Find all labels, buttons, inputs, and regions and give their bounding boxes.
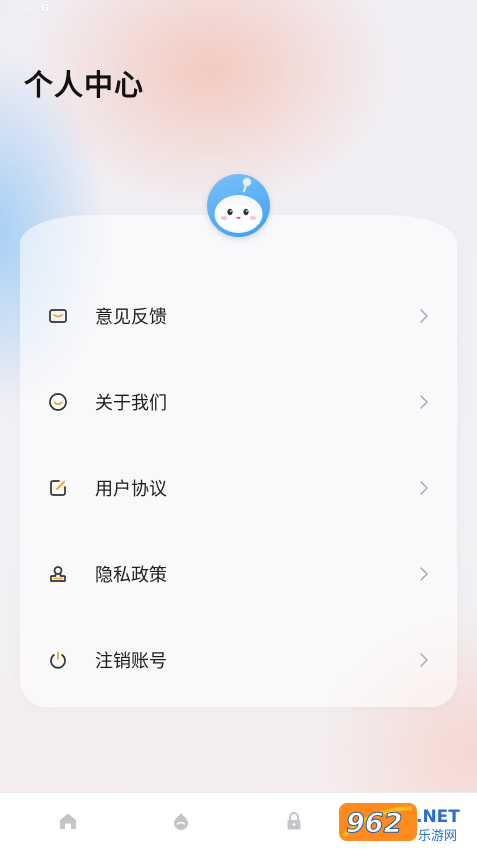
- robot-mascot-icon: [214, 177, 263, 233]
- smile-icon: [47, 391, 69, 413]
- chevron-right-icon: [417, 309, 431, 323]
- power-icon: [47, 649, 69, 671]
- menu-item-about-us[interactable]: 关于我们: [20, 372, 457, 432]
- menu-item-label: 隐私政策: [95, 565, 167, 586]
- watermark-logo: 962 .NET 乐游网: [338, 800, 474, 844]
- menu-item-label: 意见反馈: [95, 307, 167, 328]
- menu-item-label: 用户协议: [95, 479, 167, 500]
- chevron-right-icon: [417, 481, 431, 495]
- watermark-suffix: .NET: [416, 807, 460, 827]
- chevron-right-icon: [417, 395, 431, 409]
- chevron-right-icon: [417, 653, 431, 667]
- watermark-subtitle: 乐游网: [418, 829, 457, 844]
- status-bar: 10:44 G: [7, 3, 49, 14]
- carrier-g-icon: G: [40, 3, 50, 14]
- chevron-right-icon: [417, 567, 431, 581]
- menu-item-user-agreement[interactable]: 用户协议: [20, 458, 457, 518]
- user-stamp-icon: [47, 563, 69, 585]
- discover-icon[interactable]: [169, 809, 193, 833]
- page-title: 个人中心: [24, 68, 145, 102]
- watermark-brand: 962: [346, 808, 402, 839]
- status-time: 10:44: [7, 3, 36, 14]
- menu-item-label: 注销账号: [95, 651, 167, 672]
- home-icon[interactable]: [56, 809, 80, 833]
- edit-note-icon: [47, 477, 69, 499]
- menu-item-delete-account[interactable]: 注销账号: [20, 630, 457, 690]
- menu-item-label: 关于我们: [95, 393, 167, 414]
- menu-item-feedback[interactable]: 意见反馈: [20, 286, 457, 346]
- mail-icon: [47, 305, 69, 327]
- lock-icon[interactable]: [282, 809, 306, 833]
- avatar[interactable]: [207, 174, 270, 237]
- menu-item-privacy-policy[interactable]: 隐私政策: [20, 544, 457, 604]
